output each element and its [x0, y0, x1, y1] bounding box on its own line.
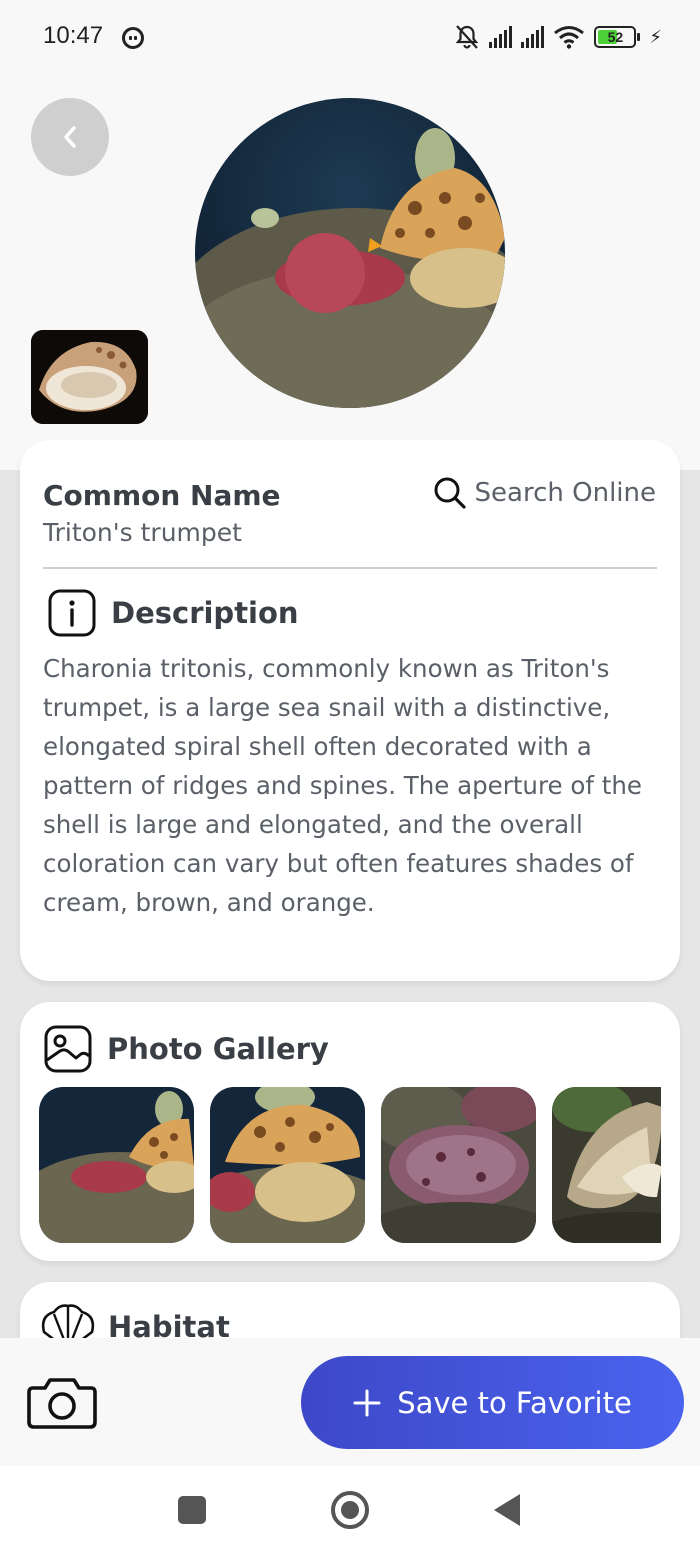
save-to-favorite-label: Save to Favorite [397, 1385, 632, 1420]
image-icon [44, 1025, 92, 1073]
search-online-label: Search Online [474, 478, 656, 508]
search-icon [434, 477, 466, 509]
gallery-title: Photo Gallery [107, 1032, 329, 1066]
home-button[interactable] [331, 1491, 369, 1529]
gallery-photo[interactable] [210, 1087, 365, 1243]
species-thumbnail[interactable] [31, 330, 148, 424]
wifi-icon [554, 26, 585, 49]
notification-face-icon [122, 27, 144, 49]
main-species-photo[interactable] [195, 98, 505, 408]
gallery-photo[interactable] [381, 1087, 536, 1243]
species-header [0, 78, 700, 470]
battery-icon: 52 [594, 26, 641, 48]
description-header: Description [47, 588, 299, 638]
nav-back-button[interactable] [494, 1494, 520, 1526]
common-name-value: Triton's trumpet [43, 518, 242, 547]
status-time: 10:47 [43, 22, 104, 49]
save-to-favorite-button[interactable]: Save to Favorite [301, 1356, 684, 1449]
system-nav-bar [0, 1466, 700, 1556]
species-info-card: Common Name Triton's trumpet Search Onli… [20, 440, 680, 981]
search-online-button[interactable]: Search Online [433, 476, 656, 510]
camera-icon [27, 1378, 97, 1429]
battery-level: 52 [607, 29, 624, 45]
status-icons: 52 ⚡ [454, 24, 662, 50]
signal-1-icon [489, 26, 513, 48]
gallery-strip[interactable] [39, 1087, 661, 1243]
back-button[interactable] [31, 98, 109, 176]
gallery-photo[interactable] [552, 1087, 661, 1243]
common-name-label: Common Name [43, 479, 281, 512]
camera-button[interactable] [27, 1374, 97, 1434]
signal-2-icon [521, 26, 545, 48]
info-icon [48, 589, 96, 637]
charging-icon: ⚡ [649, 26, 662, 48]
status-bar: 10:47 52 ⚡ [0, 0, 700, 78]
action-bar: Save to Favorite [0, 1338, 700, 1466]
photo-gallery-card: Photo Gallery [20, 1002, 680, 1261]
plus-icon [353, 1389, 381, 1416]
gallery-photo[interactable] [39, 1087, 194, 1243]
description-text: Charonia tritonis, commonly known as Tri… [43, 654, 642, 917]
gallery-header: Photo Gallery [43, 1024, 329, 1074]
chevron-left-icon [64, 126, 76, 148]
description-title: Description [111, 596, 299, 630]
recent-apps-button[interactable] [178, 1496, 206, 1524]
divider [43, 567, 657, 569]
bell-muted-icon [456, 25, 479, 49]
